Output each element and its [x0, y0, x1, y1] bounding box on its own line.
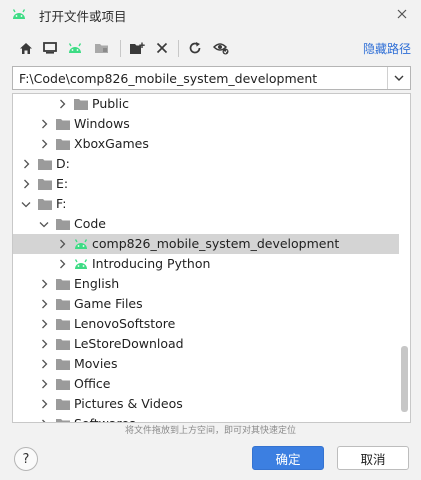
folder-icon: [55, 297, 71, 311]
tree-row-label: XboxGames: [74, 136, 149, 151]
tree-row[interactable]: Movies: [13, 354, 399, 374]
toolbar-separator: [178, 40, 179, 57]
vertical-scrollbar[interactable]: [399, 94, 410, 422]
help-label: ?: [22, 451, 30, 467]
tree-row-label: English: [74, 276, 120, 291]
close-icon[interactable]: [393, 5, 411, 23]
chevron-right-icon[interactable]: [55, 94, 69, 114]
hide-path-link[interactable]: 隐藏路径: [363, 40, 411, 57]
folder-icon: [55, 357, 71, 371]
tree-row-label: E:: [56, 176, 69, 191]
refresh-icon[interactable]: [186, 39, 204, 57]
chevron-right-icon[interactable]: [37, 334, 51, 354]
tree-row-label: Movies: [74, 356, 118, 371]
folder-icon: [55, 217, 71, 231]
chevron-right-icon[interactable]: [37, 374, 51, 394]
android-icon: [11, 7, 27, 24]
scrollbar-thumb[interactable]: [401, 346, 408, 412]
tree-row-label: Pictures & Videos: [74, 396, 183, 411]
chevron-down-icon[interactable]: [387, 67, 410, 89]
tree-row-label: comp826_mobile_system_development: [92, 236, 340, 251]
tree-row-label: Softwares: [74, 416, 136, 422]
android-project-icon[interactable]: [66, 39, 84, 57]
show-hidden-icon[interactable]: [212, 39, 230, 57]
tree-row[interactable]: Code: [13, 214, 399, 234]
tree-row[interactable]: comp826_mobile_system_development: [13, 234, 399, 254]
folder-icon: [55, 317, 71, 331]
tree-row[interactable]: Pictures & Videos: [13, 394, 399, 414]
delete-icon[interactable]: [153, 39, 171, 57]
title-bar: 打开文件或项目: [0, 0, 421, 30]
file-tree: Public Windows XboxGames D: E: F: Code comp826_…: [12, 93, 411, 423]
tree-row[interactable]: Introducing Python: [13, 254, 399, 274]
chevron-right-icon[interactable]: [37, 274, 51, 294]
android-icon: [73, 257, 89, 271]
chevron-right-icon[interactable]: [37, 414, 51, 422]
tree-row-label: Game Files: [74, 296, 143, 311]
module-folder-icon[interactable]: [92, 39, 110, 57]
ok-button[interactable]: 确定: [252, 446, 324, 470]
chevron-right-icon[interactable]: [37, 114, 51, 134]
new-folder-icon[interactable]: [128, 39, 146, 57]
tree-row-label: LenovoSoftstore: [74, 316, 176, 331]
tree-row-label: F:: [56, 196, 67, 211]
tree-row-label: Code: [74, 216, 107, 231]
tree-row[interactable]: LeStoreDownload: [13, 334, 399, 354]
tree-row-label: D:: [56, 156, 70, 171]
chevron-right-icon[interactable]: [55, 234, 69, 254]
chevron-right-icon[interactable]: [19, 174, 33, 194]
path-combobox: [12, 66, 411, 90]
tree-row-label: LeStoreDownload: [74, 336, 184, 351]
tree-row[interactable]: LenovoSoftstore: [13, 314, 399, 334]
window-title: 打开文件或项目: [39, 9, 127, 24]
toolbar: 隐藏路径: [0, 36, 421, 60]
chevron-down-icon[interactable]: [37, 214, 51, 234]
folder-icon: [37, 177, 53, 191]
path-input[interactable]: [13, 67, 385, 89]
desktop-icon[interactable]: [41, 39, 59, 57]
toolbar-separator: [120, 40, 121, 57]
tree-row-label: Introducing Python: [92, 256, 211, 271]
folder-icon: [37, 157, 53, 171]
folder-icon: [55, 277, 71, 291]
home-icon[interactable]: [17, 39, 35, 57]
folder-icon: [55, 397, 71, 411]
tree-row[interactable]: D:: [13, 154, 399, 174]
tree-row[interactable]: E:: [13, 174, 399, 194]
tree-row[interactable]: Windows: [13, 114, 399, 134]
tree-row-label: Windows: [74, 116, 130, 131]
help-button[interactable]: ?: [14, 447, 38, 471]
cancel-button[interactable]: 取消: [337, 446, 409, 470]
folder-icon: [55, 377, 71, 391]
chevron-right-icon[interactable]: [37, 294, 51, 314]
tree-row[interactable]: Softwares: [13, 414, 399, 422]
folder-icon: [55, 137, 71, 151]
tree-row-label: Office: [74, 376, 111, 391]
chevron-down-icon[interactable]: [19, 194, 33, 214]
chevron-right-icon[interactable]: [37, 314, 51, 334]
chevron-right-icon[interactable]: [37, 134, 51, 154]
chevron-right-icon[interactable]: [55, 254, 69, 274]
drop-hint: 将文件拖放到上方空间，即可对其快速定位: [124, 426, 296, 436]
tree-row-label: Public: [92, 96, 129, 111]
tree-row[interactable]: Game Files: [13, 294, 399, 314]
folder-icon: [73, 97, 89, 111]
tree-row[interactable]: English: [13, 274, 399, 294]
folder-icon: [55, 117, 71, 131]
folder-icon: [37, 197, 53, 211]
tree-row[interactable]: XboxGames: [13, 134, 399, 154]
folder-icon: [55, 337, 71, 351]
chevron-right-icon[interactable]: [19, 154, 33, 174]
chevron-right-icon[interactable]: [37, 354, 51, 374]
tree-row[interactable]: F:: [13, 194, 399, 214]
android-icon: [73, 237, 89, 251]
chevron-right-icon[interactable]: [37, 394, 51, 414]
tree-row[interactable]: Public: [13, 94, 399, 114]
tree-row[interactable]: Office: [13, 374, 399, 394]
